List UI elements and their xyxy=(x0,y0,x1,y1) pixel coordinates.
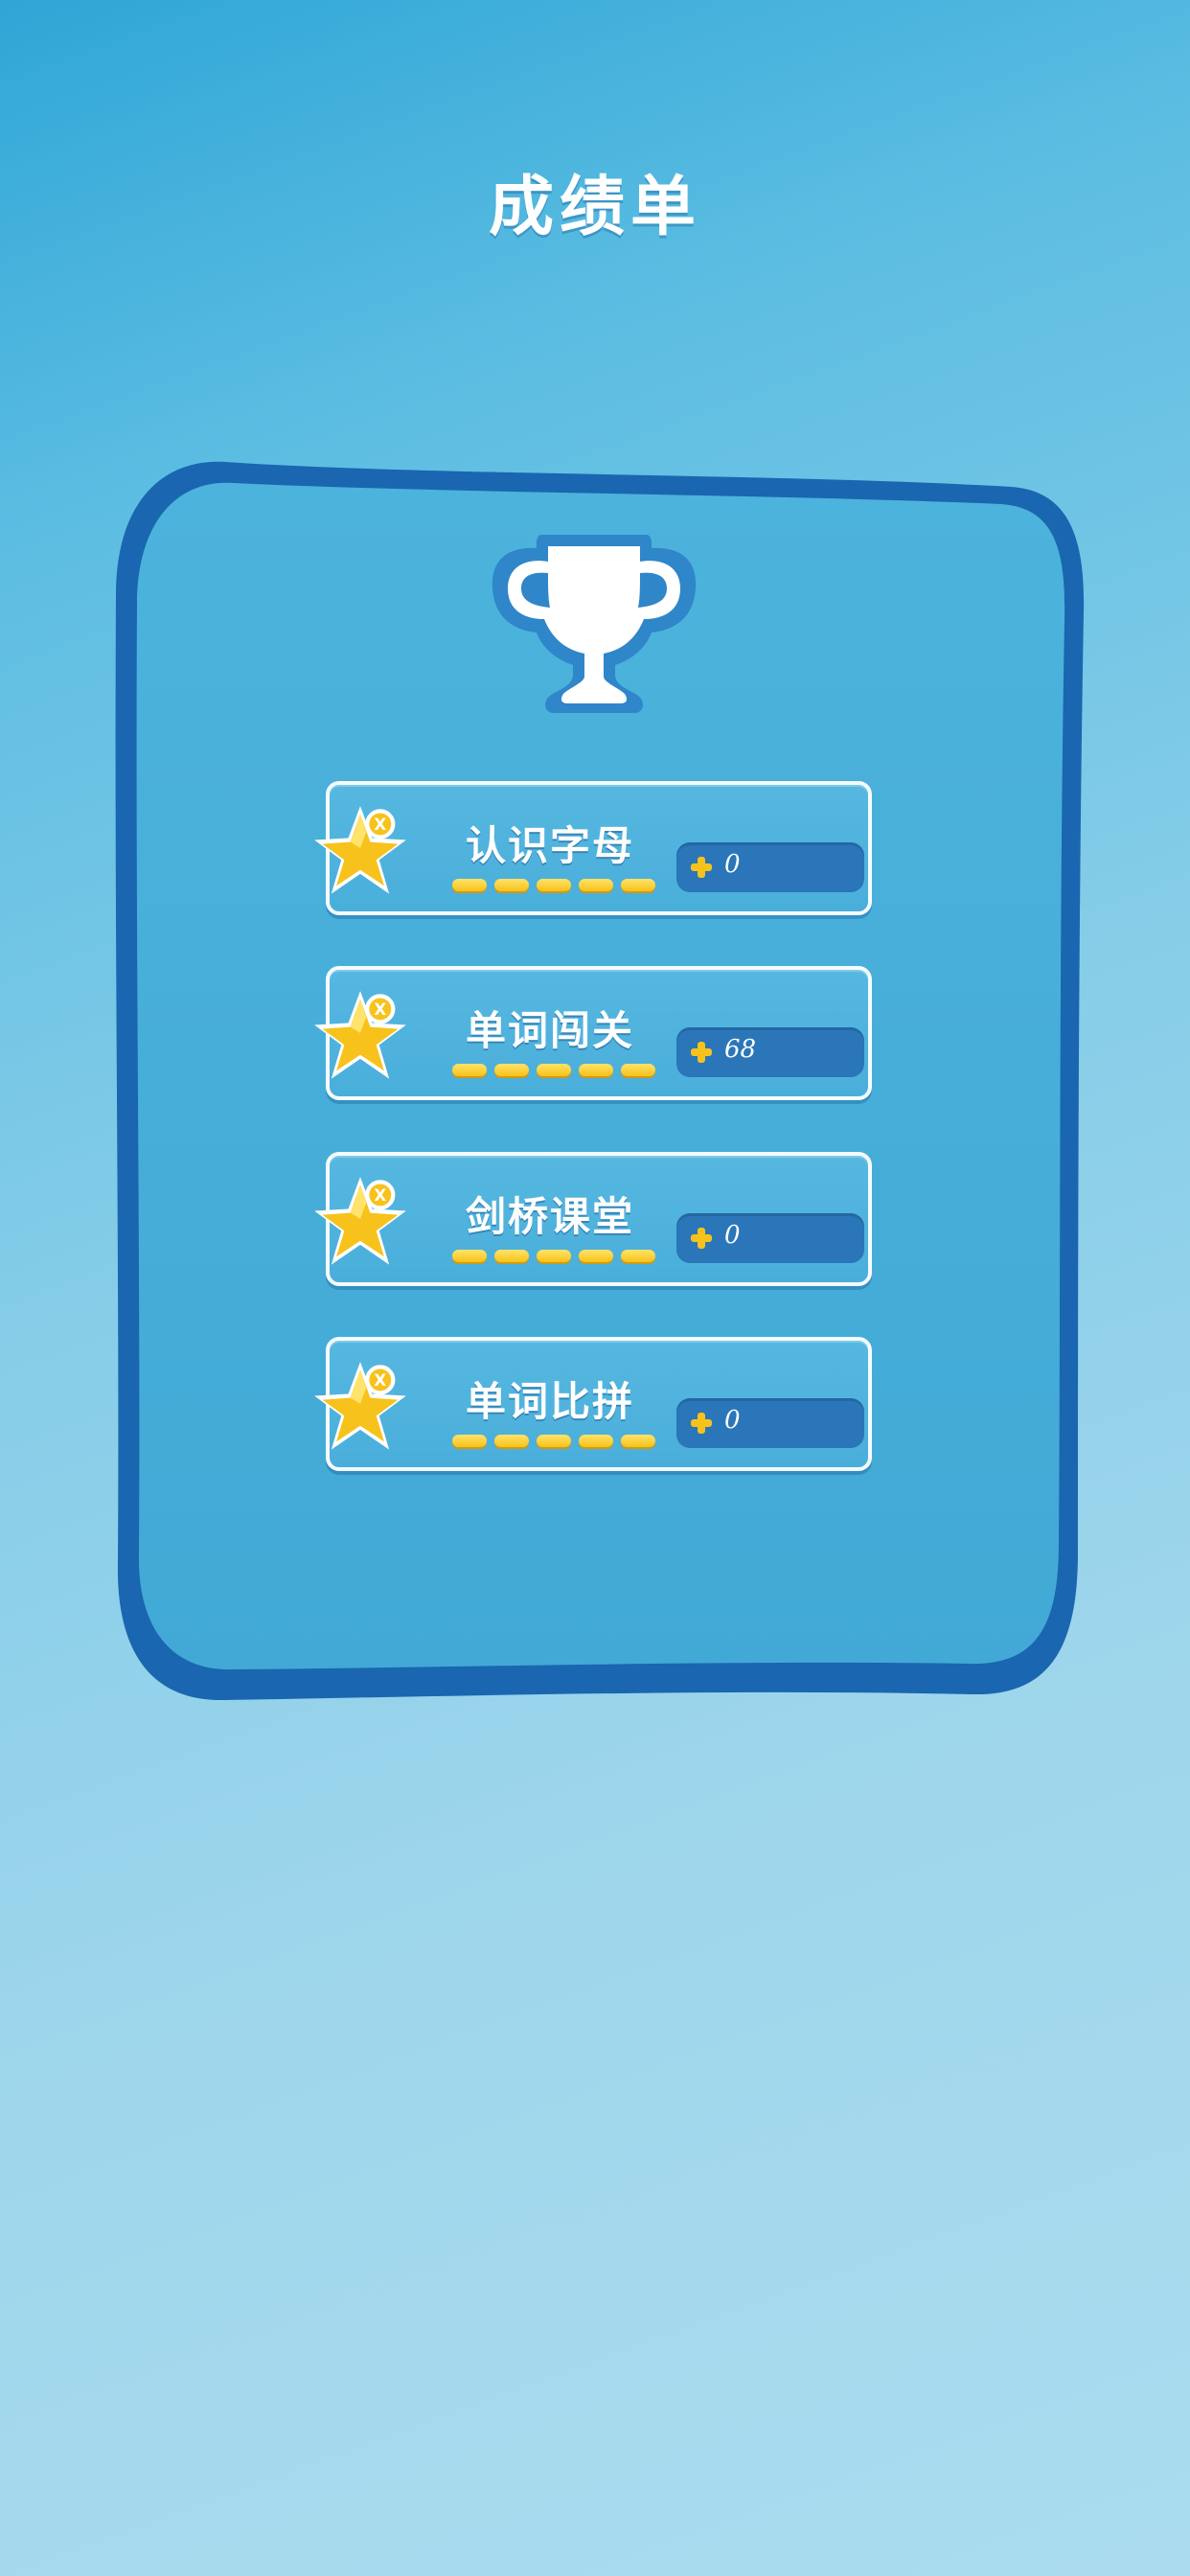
card-label: 单词闯关 xyxy=(465,1007,634,1054)
star-x-icon: X xyxy=(314,806,406,894)
pip xyxy=(537,1250,571,1262)
score-card-word-levels[interactable]: X 单词闯关 68 xyxy=(314,966,872,1100)
star-x-icon: X xyxy=(314,991,406,1079)
pip xyxy=(621,1435,655,1447)
svg-text:X: X xyxy=(374,1000,386,1019)
score-value: 0 xyxy=(724,1406,741,1435)
pip xyxy=(494,1064,529,1076)
pip xyxy=(579,879,613,891)
card-label: 认识字母 xyxy=(465,822,634,869)
score-box: 68 xyxy=(676,1027,864,1077)
pip xyxy=(452,1064,487,1076)
pip xyxy=(452,1250,487,1262)
trophy-icon xyxy=(492,535,697,713)
progress-pips xyxy=(452,1250,655,1262)
pip xyxy=(452,879,487,891)
plus-icon xyxy=(691,1042,712,1063)
score-value: 0 xyxy=(724,1221,741,1250)
pip xyxy=(579,1064,613,1076)
page-title: 成绩单 xyxy=(488,170,701,245)
pip xyxy=(452,1435,487,1447)
score-value: 68 xyxy=(724,1035,757,1064)
pip xyxy=(494,879,529,891)
score-card-letters[interactable]: X 认识字母 0 xyxy=(314,781,872,915)
card-label: 剑桥课堂 xyxy=(465,1193,634,1240)
scoreboard-panel: X 认识字母 0 X 单词闯关 68 X 剑桥课堂 0 X 单词比拼 0 xyxy=(110,450,1087,1706)
progress-pips xyxy=(452,1064,655,1076)
score-card-word-battle[interactable]: X 单词比拼 0 xyxy=(314,1337,872,1471)
pip xyxy=(579,1250,613,1262)
svg-text:X: X xyxy=(374,1186,386,1205)
plus-icon xyxy=(691,1228,712,1249)
pip xyxy=(621,1064,655,1076)
svg-text:X: X xyxy=(374,816,386,834)
card-label: 单词比拼 xyxy=(465,1378,634,1425)
score-value: 0 xyxy=(724,850,741,879)
pip xyxy=(537,879,571,891)
score-box: 0 xyxy=(676,842,864,892)
svg-text:X: X xyxy=(374,1371,386,1390)
progress-pips xyxy=(452,879,655,891)
pip xyxy=(537,1435,571,1447)
score-card-cambridge[interactable]: X 剑桥课堂 0 xyxy=(314,1152,872,1286)
pip xyxy=(579,1435,613,1447)
pip xyxy=(494,1435,529,1447)
pip xyxy=(494,1250,529,1262)
pip xyxy=(537,1064,571,1076)
score-box: 0 xyxy=(676,1213,864,1263)
progress-pips xyxy=(452,1435,655,1447)
score-box: 0 xyxy=(676,1398,864,1448)
plus-icon xyxy=(691,857,712,878)
star-x-icon: X xyxy=(314,1362,406,1450)
star-x-icon: X xyxy=(314,1177,406,1265)
pip xyxy=(621,879,655,891)
pip xyxy=(621,1250,655,1262)
plus-icon xyxy=(691,1413,712,1434)
